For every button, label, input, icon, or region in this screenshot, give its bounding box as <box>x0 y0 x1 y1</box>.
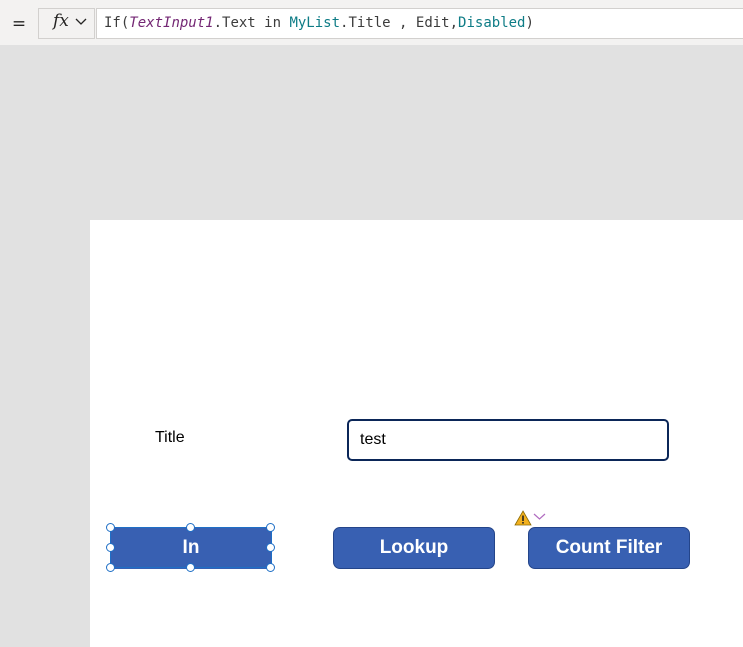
resize-handle-bottom-right[interactable] <box>266 563 275 572</box>
formula-token-text-in: .Text in <box>213 15 290 31</box>
formula-token-if: If( <box>104 15 130 31</box>
resize-handle-right[interactable] <box>266 543 275 552</box>
resize-handle-top[interactable] <box>186 523 195 532</box>
formula-token-close: ) <box>525 15 534 31</box>
fx-button[interactable]: fx <box>38 8 95 39</box>
resize-handle-bottom[interactable] <box>186 563 195 572</box>
formula-bar: = fx If(TextInput1.Text in MyList.Title … <box>0 0 743 45</box>
title-label: Title <box>155 429 185 446</box>
resize-handle-left[interactable] <box>106 543 115 552</box>
formula-token-title-edit: .Title , Edit, <box>340 15 459 31</box>
resize-handle-top-left[interactable] <box>106 523 115 532</box>
property-equals[interactable]: = <box>7 12 31 36</box>
formula-input[interactable]: If(TextInput1.Text in MyList.Title , Edi… <box>96 8 743 39</box>
warning-icon[interactable] <box>514 510 532 526</box>
fx-icon: fx <box>53 11 69 31</box>
text-input-1[interactable]: test <box>347 419 669 461</box>
formula-token-control: TextInput1 <box>129 15 214 31</box>
chevron-down-icon[interactable] <box>533 513 546 521</box>
count-filter-button[interactable]: Count Filter <box>528 527 690 569</box>
resize-handle-bottom-left[interactable] <box>106 563 115 572</box>
formula-token-datasource: MyList <box>289 15 341 31</box>
resize-handle-top-right[interactable] <box>266 523 275 532</box>
lookup-button[interactable]: Lookup <box>333 527 495 569</box>
chevron-down-icon <box>75 18 87 25</box>
formula-token-disabled: Disabled <box>458 15 526 31</box>
